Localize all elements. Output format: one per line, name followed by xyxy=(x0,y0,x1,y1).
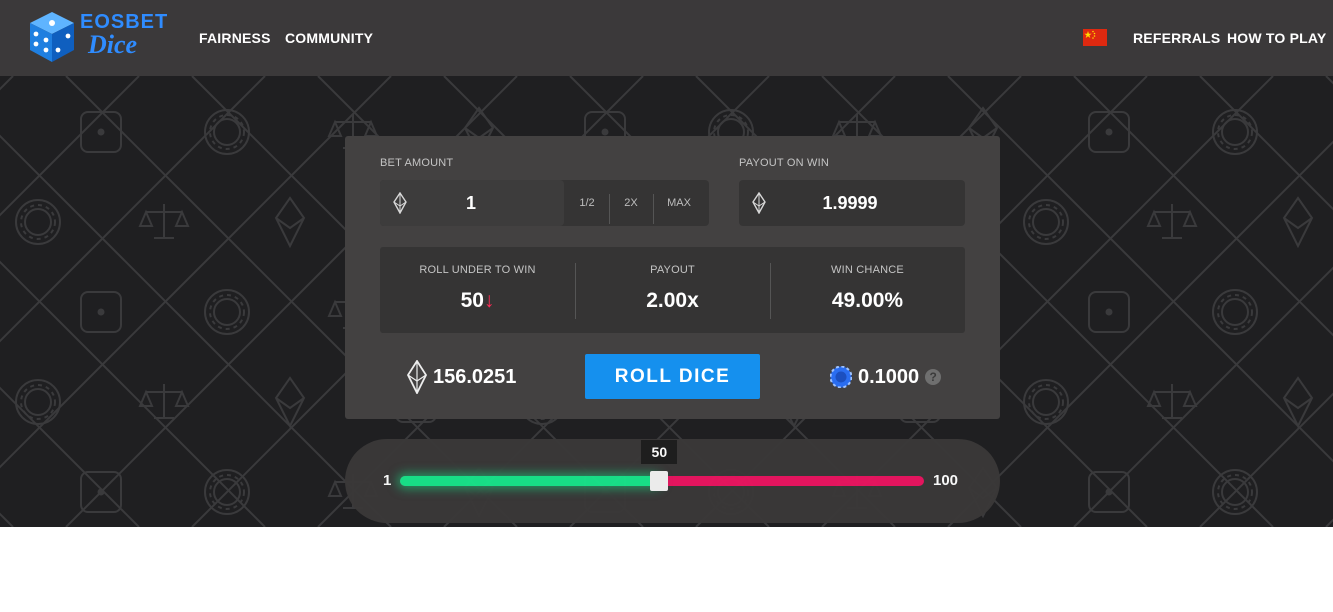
eos-icon xyxy=(752,192,766,214)
win-chance-stat: WIN CHANCE 49.00% xyxy=(770,247,965,333)
nav-how-to-play[interactable]: HOW TO PLAY xyxy=(1227,30,1326,46)
nav-referrals[interactable]: REFERRALS xyxy=(1133,30,1220,46)
roll-slider: 1 50 100 xyxy=(345,439,1000,523)
bet-token-icon xyxy=(830,366,852,388)
slider-win-range xyxy=(400,476,660,486)
payout-on-win-label: PAYOUT ON WIN xyxy=(739,157,829,169)
payout-label: PAYOUT xyxy=(650,264,695,276)
china-flag-icon[interactable] xyxy=(1083,29,1107,46)
eos-icon xyxy=(406,360,428,394)
nav-community[interactable]: COMMUNITY xyxy=(285,30,373,46)
help-icon[interactable]: ? xyxy=(925,369,942,385)
slider-max-label: 100 xyxy=(933,472,959,489)
bet-amount-input[interactable] xyxy=(416,180,526,226)
win-chance-value: 49.00% xyxy=(831,289,904,312)
logo-text-dice: Dice xyxy=(88,30,138,59)
dice-logo-icon xyxy=(30,12,74,62)
slider-min-label: 1 xyxy=(383,472,392,489)
roll-dice-button[interactable]: ROLL DICE xyxy=(585,354,760,399)
roll-under-value: 50 xyxy=(460,289,484,312)
token-value: 0.1000 xyxy=(858,365,920,388)
eos-icon xyxy=(393,192,407,214)
logo[interactable]: EOSBET Dice xyxy=(28,10,178,66)
balance-value: 156.0251 xyxy=(433,365,517,388)
token-balance: 0.1000 ? xyxy=(830,362,942,392)
roll-under-value-wrap: 50↓ xyxy=(380,289,575,313)
payout-value: 2.00x xyxy=(646,289,699,312)
top-nav: EOSBET Dice FAIRNESS COMMUNITY REFERRALS… xyxy=(0,0,1333,76)
half-bet-button[interactable]: 1/2 xyxy=(566,180,608,226)
roll-under-label: ROLL UNDER TO WIN xyxy=(419,264,536,276)
bet-amount-control: 1/2 2X MAX xyxy=(380,180,709,226)
bet-input-wrap xyxy=(380,180,564,226)
payout-on-win-display: 1.9999 xyxy=(739,180,965,226)
eos-balance: 156.0251 xyxy=(405,360,516,394)
slider-value-tooltip: 50 xyxy=(641,440,678,464)
roll-under-stat[interactable]: ROLL UNDER TO WIN 50↓ xyxy=(380,247,575,333)
bet-panel: BET AMOUNT PAYOUT ON WIN 1/2 2X MAX xyxy=(345,136,1000,419)
payout-stat: PAYOUT 2.00x xyxy=(575,247,770,333)
win-chance-label: WIN CHANCE xyxy=(831,264,904,276)
stats-bar: ROLL UNDER TO WIN 50↓ PAYOUT 2.00x WIN C… xyxy=(380,247,965,333)
bet-amount-label: BET AMOUNT xyxy=(380,157,454,169)
payout-on-win-value: 1.9999 xyxy=(822,193,878,213)
arrow-down-icon: ↓ xyxy=(483,289,495,312)
nav-fairness[interactable]: FAIRNESS xyxy=(199,30,271,46)
double-bet-button[interactable]: 2X xyxy=(610,180,652,226)
max-bet-button[interactable]: MAX xyxy=(654,180,704,226)
slider-handle[interactable] xyxy=(650,471,669,491)
